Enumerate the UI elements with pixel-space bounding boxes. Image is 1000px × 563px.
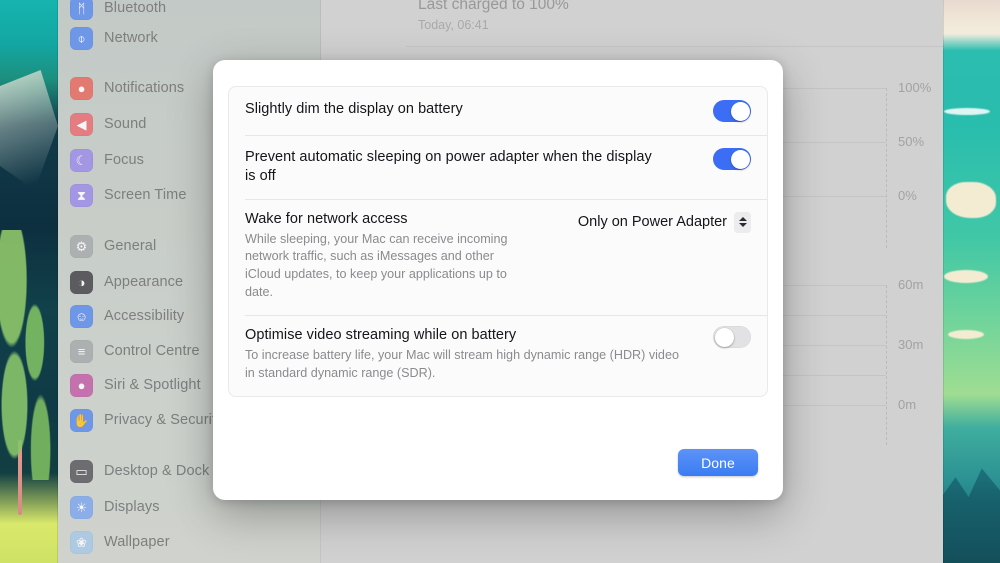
settings-row-title: Optimise video streaming while on batter… [245, 326, 699, 345]
appearance-icon: ◑ [70, 271, 93, 294]
axis-dashline [886, 285, 887, 445]
toggle-switch[interactable] [713, 148, 751, 170]
ytick-label-50: 50% [898, 134, 924, 149]
cloud-shape [946, 182, 996, 218]
settings-row-text: Slightly dim the display on battery [245, 100, 699, 119]
done-button[interactable]: Done [678, 449, 758, 476]
screen: ᛗ Bluetooth ⌽ Network ● Notifications ◀ Sound ☾ F… [0, 0, 1000, 563]
sidebar-item-label: Sound [104, 116, 146, 132]
dropdown-value: Only on Power Adapter [578, 214, 727, 230]
brightness-icon: ☀ [70, 496, 93, 519]
ytick-label-100: 100% [898, 80, 931, 95]
pane-divider [406, 46, 943, 47]
privacy-hand-icon: ✋ [70, 409, 93, 432]
settings-row-text: Optimise video streaming while on batter… [245, 326, 699, 383]
ytick-label-30m: 30m [898, 337, 923, 352]
cloud-shape [948, 330, 984, 339]
ytick-label-0: 0% [898, 188, 917, 203]
sidebar-item-label: Control Centre [104, 343, 200, 359]
sidebar-item-network[interactable]: ⌽ Network [70, 24, 310, 52]
desktop-dock-icon: ▭ [70, 460, 93, 483]
settings-row-text: Wake for network access While sleeping, y… [245, 210, 562, 302]
sidebar-item-label: Notifications [104, 80, 184, 96]
wallpaper-pole [18, 440, 22, 515]
sidebar-item-label: Focus [104, 152, 144, 168]
bell-icon: ● [70, 77, 93, 100]
mountain-ridge [943, 453, 1000, 563]
cloud-shape [944, 108, 990, 115]
moon-icon: ☾ [70, 149, 93, 172]
wallpaper-right [943, 0, 1000, 563]
sidebar-item-label: General [104, 238, 156, 254]
last-charged-title: Last charged to 100% [418, 0, 569, 14]
settings-row-description: To increase battery life, your Mac will … [245, 347, 685, 383]
globe-icon: ⌽ [70, 27, 93, 50]
sidebar-item-bluetooth[interactable]: ᛗ Bluetooth [70, 0, 310, 22]
settings-row: Wake for network access While sleeping, y… [229, 199, 767, 315]
sidebar-item-label: Privacy & Security [104, 412, 223, 428]
speaker-icon: ◀ [70, 113, 93, 136]
siri-icon: ● [70, 374, 93, 397]
settings-row-text: Prevent automatic sleeping on power adap… [245, 148, 699, 186]
toggle-switch[interactable] [713, 100, 751, 122]
toggle-knob [731, 150, 750, 169]
sidebar-item-label: Displays [104, 499, 160, 515]
settings-row: Optimise video streaming while on batter… [229, 315, 767, 396]
accessibility-icon: ☺ [70, 305, 93, 328]
sidebar-item-label: Bluetooth [104, 0, 166, 16]
sidebar-item-label: Desktop & Dock [104, 463, 209, 479]
wallpaper-flower-icon: ❀ [70, 531, 93, 554]
hourglass-icon: ⧗ [70, 184, 93, 207]
sidebar-item-wallpaper[interactable]: ❀ Wallpaper [70, 528, 310, 556]
battery-options-sheet: Slightly dim the display on battery Preve… [213, 60, 783, 500]
gear-icon: ⚙ [70, 235, 93, 258]
ytick-label-0m: 0m [898, 397, 916, 412]
settings-row: Slightly dim the display on battery [229, 87, 767, 135]
sidebar-item-label: Network [104, 30, 158, 46]
sidebar-item-label: Screen Time [104, 187, 187, 203]
axis-dashline [886, 88, 887, 248]
cloud-shape [944, 270, 988, 283]
sidebar-item-label: Appearance [104, 274, 183, 290]
settings-row-title: Prevent automatic sleeping on power adap… [245, 148, 663, 186]
sidebar-item-label: Wallpaper [104, 534, 170, 550]
settings-card: Slightly dim the display on battery Preve… [228, 86, 768, 397]
last-charged-subtitle: Today, 06:41 [418, 18, 489, 32]
control-centre-icon: ≡ [70, 340, 93, 363]
bluetooth-icon: ᛗ [70, 0, 93, 20]
sidebar-item-label: Siri & Spotlight [104, 377, 201, 393]
wallpaper-left [0, 0, 58, 563]
settings-row: Prevent automatic sleeping on power adap… [229, 135, 767, 199]
toggle-knob [731, 102, 750, 121]
wake-for-network-access-dropdown[interactable]: Only on Power Adapter [572, 210, 751, 235]
settings-row-title: Wake for network access [245, 210, 562, 229]
settings-row-description: While sleeping, your Mac can receive inc… [245, 231, 515, 303]
sidebar-item-label: Accessibility [104, 308, 184, 324]
ytick-label-60m: 60m [898, 277, 923, 292]
chevron-up-down-icon [734, 212, 751, 233]
toggle-switch[interactable] [713, 326, 751, 348]
settings-row-title: Slightly dim the display on battery [245, 100, 699, 119]
toggle-knob [715, 328, 734, 347]
